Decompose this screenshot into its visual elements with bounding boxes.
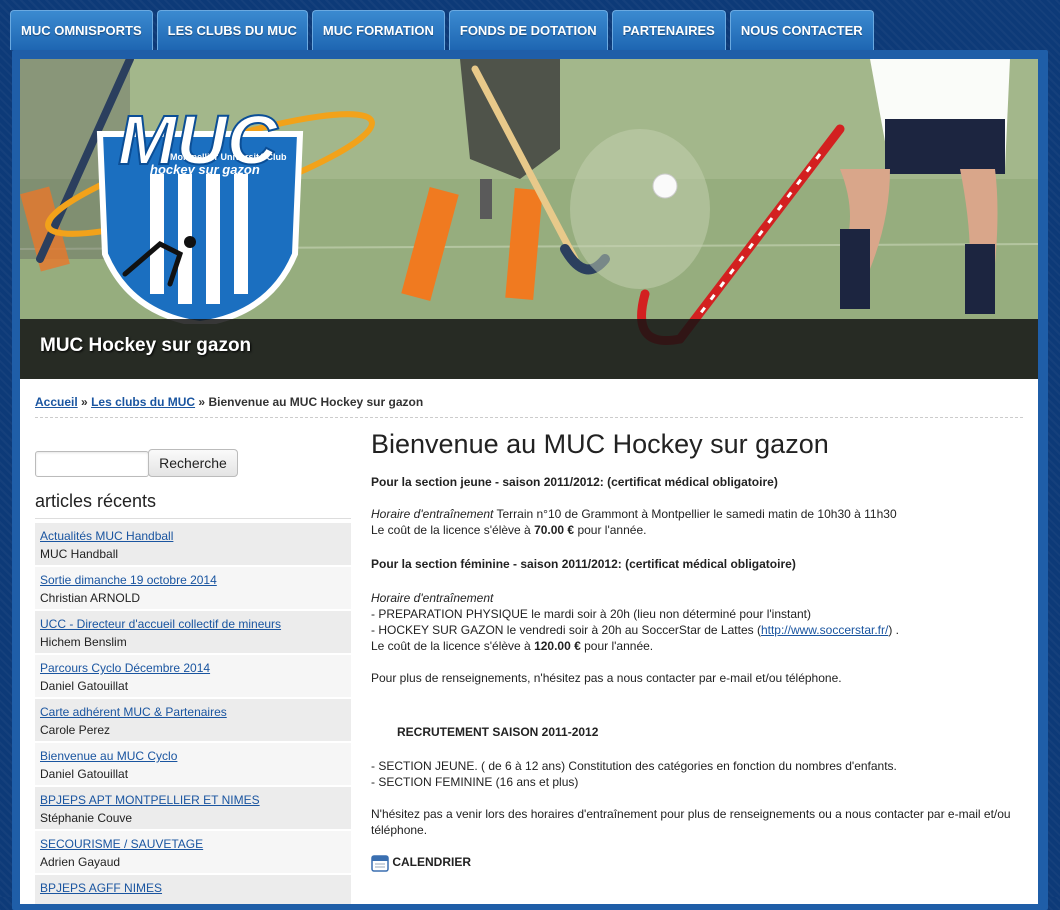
nav-tab-les-clubs[interactable]: LES CLUBS DU MUC (156, 10, 308, 50)
breadcrumb-home-link[interactable]: Accueil (35, 395, 78, 409)
muc-logo[interactable]: MUC Montpellier Université Club hockey s… (40, 64, 380, 329)
breadcrumb-current: Bienvenue au MUC Hockey sur gazon (208, 395, 424, 409)
feminine-line-1: - PREPARATION PHYSIQUE le mardi soir à 2… (371, 607, 812, 621)
sidebar-heading: articles récents (35, 491, 351, 519)
breadcrumb-separator: » (81, 395, 88, 409)
main-content: Bienvenue au MUC Hockey sur gazon Pour l… (371, 429, 1031, 872)
article-link[interactable]: Bienvenue au MUC Cyclo (40, 747, 346, 765)
article-link[interactable]: UCC - Directeur d'accueil collectif de m… (40, 615, 346, 633)
breadcrumb-clubs-link[interactable]: Les clubs du MUC (91, 395, 195, 409)
nav-tab-muc-omnisports[interactable]: MUC OMNISPORTS (10, 10, 153, 50)
article-link[interactable]: Carte adhérent MUC & Partenaires (40, 703, 346, 721)
soccerstar-link[interactable]: http://www.soccerstar.fr/ (761, 623, 888, 637)
licence-prefix: Le coût de la licence s'élève à (371, 639, 535, 653)
jeune-price: 70.00 € (534, 523, 575, 537)
feminine-horaire-label: Horaire d'entraînement (371, 591, 494, 605)
horaire-label: Horaire d'entraînement (371, 507, 494, 521)
article-author: Christian ARNOLD (40, 591, 141, 605)
feminine-line-2-text: - HOCKEY SUR GAZON le vendredi soir à 20… (371, 623, 761, 637)
feminine-heading: Pour la section féminine - saison 2011/2… (371, 557, 796, 571)
recrutement-heading: RECRUTEMENT SAISON 2011-2012 (397, 725, 599, 739)
article-author: Adrien Gayaud (40, 855, 121, 869)
article-link[interactable]: BPJEPS APT MONTPELLIER ET NIMES (40, 791, 346, 809)
article-link[interactable]: BPJEPS AGFF NIMES (40, 879, 346, 897)
article-author: Daniel Gatouillat (40, 679, 129, 693)
feminine-line-2: - HOCKEY SUR GAZON le vendredi soir à 20… (371, 622, 1031, 638)
article-author: MUC Handball (40, 547, 119, 561)
licence-prefix: Le coût de la licence s'élève à (371, 523, 535, 537)
jeune-licence: Le coût de la licence s'élève à 70.00 € … (371, 522, 1031, 538)
calendar-icon (371, 854, 389, 872)
jeune-horaire-text: Terrain n°10 de Grammont à Montpellier l… (493, 507, 897, 521)
page-content: MUC Montpellier Université Club hockey s… (20, 59, 1038, 904)
list-item: SECOURISME / SAUVETAGE Adrien Gayaud (35, 831, 351, 873)
search-button[interactable]: Recherche (148, 449, 238, 477)
list-item: Sortie dimanche 19 octobre 2014 Christia… (35, 567, 351, 609)
feminine-line-2-end: ) . (888, 623, 899, 637)
recent-articles-list: Actualités MUC Handball MUC Handball Sor… (35, 523, 351, 904)
licence-suffix: pour l'année. (580, 639, 654, 653)
calendar-section: CALENDRIER (371, 854, 1031, 872)
recrutement-line-2: - SECTION FEMININE (16 ans et plus) (371, 775, 579, 789)
calendar-label: CALENDRIER (392, 855, 472, 870)
list-item: Bienvenue au MUC Cyclo Daniel Gatouillat (35, 743, 351, 785)
header-banner: MUC Montpellier Université Club hockey s… (20, 59, 1038, 379)
jeune-schedule: Horaire d'entraînement Terrain n°10 de G… (371, 506, 1031, 522)
breadcrumb: Accueil » Les clubs du MUC » Bienvenue a… (35, 395, 1023, 418)
list-item: Parcours Cyclo Décembre 2014 Daniel Gato… (35, 655, 351, 697)
logo-subtitle: Montpellier Université Club (170, 152, 287, 162)
licence-suffix: pour l'année. (574, 523, 647, 537)
article-author: Daniel Gatouillat (40, 767, 129, 781)
article-link[interactable]: SECOURISME / SAUVETAGE (40, 835, 346, 853)
recrutement-line-1: - SECTION JEUNE. ( de 6 à 12 ans) Consti… (371, 759, 897, 773)
nav-tab-fonds-dotation[interactable]: FONDS DE DOTATION (448, 10, 608, 50)
contact-text: Pour plus de renseignements, n'hésitez p… (371, 671, 842, 685)
feminine-licence: Le coût de la licence s'élève à 120.00 €… (371, 638, 1031, 654)
article-link[interactable]: Actualités MUC Handball (40, 527, 346, 545)
breadcrumb-separator: » (198, 395, 206, 409)
nav-tab-partenaires[interactable]: PARTENAIRES (611, 10, 726, 50)
feminine-price: 120.00 € (534, 639, 581, 653)
list-item: Actualités MUC Handball MUC Handball (35, 523, 351, 565)
list-item: UCC - Directeur d'accueil collectif de m… (35, 611, 351, 653)
list-item: BPJEPS APT MONTPELLIER ET NIMES Stéphani… (35, 787, 351, 829)
article-author: Stéphanie Couve (40, 811, 133, 825)
article-author: Carole Perez (40, 723, 111, 737)
search-input[interactable] (35, 451, 149, 477)
logo-tagline: hockey sur gazon (150, 162, 260, 177)
article-link[interactable]: Sortie dimanche 19 octobre 2014 (40, 571, 346, 589)
list-item: BPJEPS AGFF NIMES (35, 875, 351, 904)
jeune-heading: Pour la section jeune - saison 2011/2012… (371, 475, 778, 489)
banner-title: MUC Hockey sur gazon (40, 335, 252, 356)
list-item: Carte adhérent MUC & Partenaires Carole … (35, 699, 351, 741)
page-title: Bienvenue au MUC Hockey sur gazon (371, 429, 829, 459)
closing-text: N'hésitez pas a venir lors des horaires … (371, 807, 1011, 837)
article-link[interactable]: Parcours Cyclo Décembre 2014 (40, 659, 346, 677)
article-author: Hichem Benslim (40, 635, 127, 649)
nav-tab-muc-formation[interactable]: MUC FORMATION (311, 10, 445, 50)
main-nav: MUC OMNISPORTS LES CLUBS DU MUC MUC FORM… (10, 10, 874, 50)
nav-tab-nous-contacter[interactable]: NOUS CONTACTER (729, 10, 874, 50)
